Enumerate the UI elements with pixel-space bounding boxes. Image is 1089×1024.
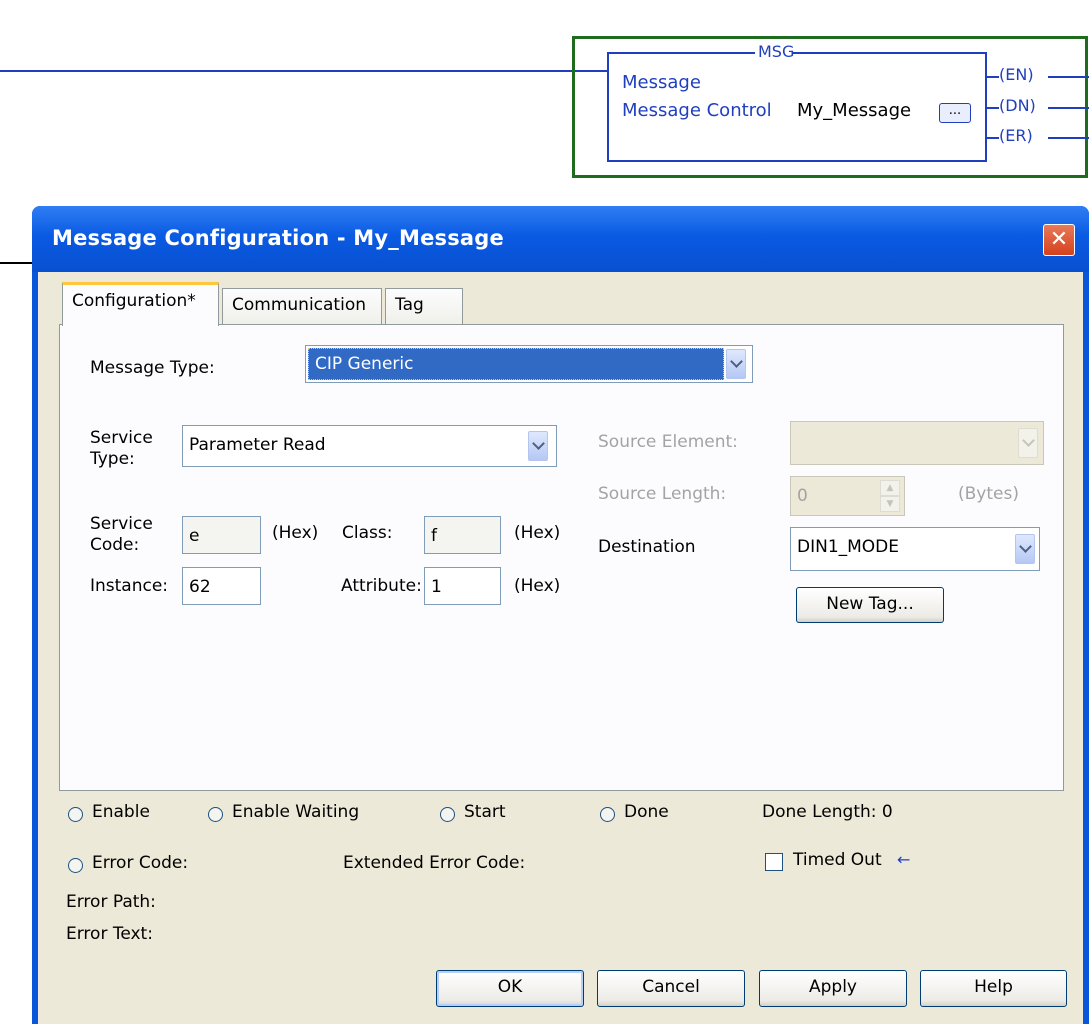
chevron-down-icon[interactable] [1015,534,1035,564]
extended-error-code-label: Extended Error Code: [343,853,526,873]
done-label: Done [624,802,669,822]
tab-communication[interactable]: Communication [222,288,382,324]
service-type-label-line2: Type: [90,449,135,469]
service-type-select[interactable]: Parameter Read [182,425,557,467]
service-code-hex-label: (Hex) [272,523,319,543]
done-indicator [600,807,615,822]
coil-wire-dn-out [1048,107,1089,109]
class-field[interactable]: f [424,516,501,554]
apply-button[interactable]: Apply [759,970,907,1007]
instance-label: Instance: [90,576,169,596]
service-type-label: Service Type: [90,428,153,470]
service-code-label: Service Code: [90,514,153,556]
service-code-label-line1: Service [90,514,153,534]
instance-field[interactable]: 62 [182,567,261,605]
arrow-left-icon: ← [897,850,911,869]
enable-waiting-label: Enable Waiting [232,802,360,822]
message-type-label: Message Type: [90,358,215,378]
msg-top-border-right [792,52,987,54]
coil-en-label: EN [1005,65,1028,84]
class-label: Class: [342,523,393,543]
coil-wire-en-out [1048,76,1089,78]
enable-label: Enable [92,802,150,822]
coil-wire-dn [987,107,999,109]
spin-up-icon: ▲ [880,480,900,496]
chevron-glyph [1018,540,1032,553]
chevron-glyph [531,437,545,450]
msg-control-tag[interactable]: My_Message [797,100,911,121]
ok-button[interactable]: OK [436,970,584,1007]
chevron-down-icon [1018,428,1038,458]
help-button[interactable]: Help [920,970,1067,1007]
spin-down-icon: ▼ [880,496,900,512]
chevron-glyph [1021,434,1035,447]
msg-config-ellipsis-button[interactable]: ... [939,103,971,123]
tab-tag[interactable]: Tag [385,288,463,324]
attribute-label: Attribute: [341,576,422,596]
coil-wire-er-out [1048,137,1089,139]
source-length-label: Source Length: [598,484,727,504]
start-indicator [440,807,455,822]
destination-label: Destination [598,537,696,557]
coil-wire-en [987,76,999,78]
attribute-hex-label: (Hex) [514,576,561,596]
destination-select[interactable]: DIN1_MODE [790,527,1040,571]
source-element-select [790,421,1044,465]
rung-line-top [0,70,607,72]
message-type-value: CIP Generic [308,348,724,380]
msg-label-message: Message [622,72,701,93]
error-text-label: Error Text: [66,924,153,944]
service-code-field[interactable]: e [182,516,261,554]
cancel-button[interactable]: Cancel [597,970,745,1007]
error-code-label: Error Code: [92,853,189,873]
attribute-field[interactable]: 1 [424,567,501,605]
chevron-glyph [729,355,743,368]
coil-en: (EN) [999,65,1034,84]
msg-control-label: Message Control [622,100,772,121]
message-type-select[interactable]: CIP Generic [305,345,753,383]
class-hex-label: (Hex) [514,523,561,543]
close-icon[interactable]: ✕ [1043,224,1075,256]
service-code-label-line2: Code: [90,535,140,555]
coil-dn: (DN) [999,96,1036,115]
attribute-label-text: Attribute: [341,576,422,596]
coil-dn-label: DN [1005,96,1030,115]
error-code-indicator [68,858,83,873]
source-element-label: Source Element: [598,432,738,452]
msg-top-border-left [607,52,755,54]
start-label: Start [464,802,506,822]
timed-out-label: Timed Out [793,850,882,870]
msg-control-text: Message Control [622,100,772,121]
source-length-bytes-label: (Bytes) [958,484,1019,504]
dialog-title: Message Configuration - My_Message [52,226,504,250]
tab-configuration[interactable]: Configuration* [62,282,219,326]
coil-er: (ER) [999,126,1033,145]
chevron-down-icon[interactable] [528,431,548,461]
enable-indicator [68,807,83,822]
service-type-label-line1: Service [90,428,153,448]
timed-out-checkbox[interactable] [765,853,783,871]
rung-line-lower [0,262,32,264]
done-length-label: Done Length: 0 [762,802,893,822]
error-path-label: Error Path: [66,892,156,912]
new-tag-button[interactable]: New Tag... [796,587,944,623]
coil-er-label: ER [1005,126,1027,145]
msg-title: MSG [758,42,795,61]
coil-wire-er [987,137,999,139]
chevron-down-icon[interactable] [726,349,746,379]
enable-waiting-indicator [208,807,223,822]
